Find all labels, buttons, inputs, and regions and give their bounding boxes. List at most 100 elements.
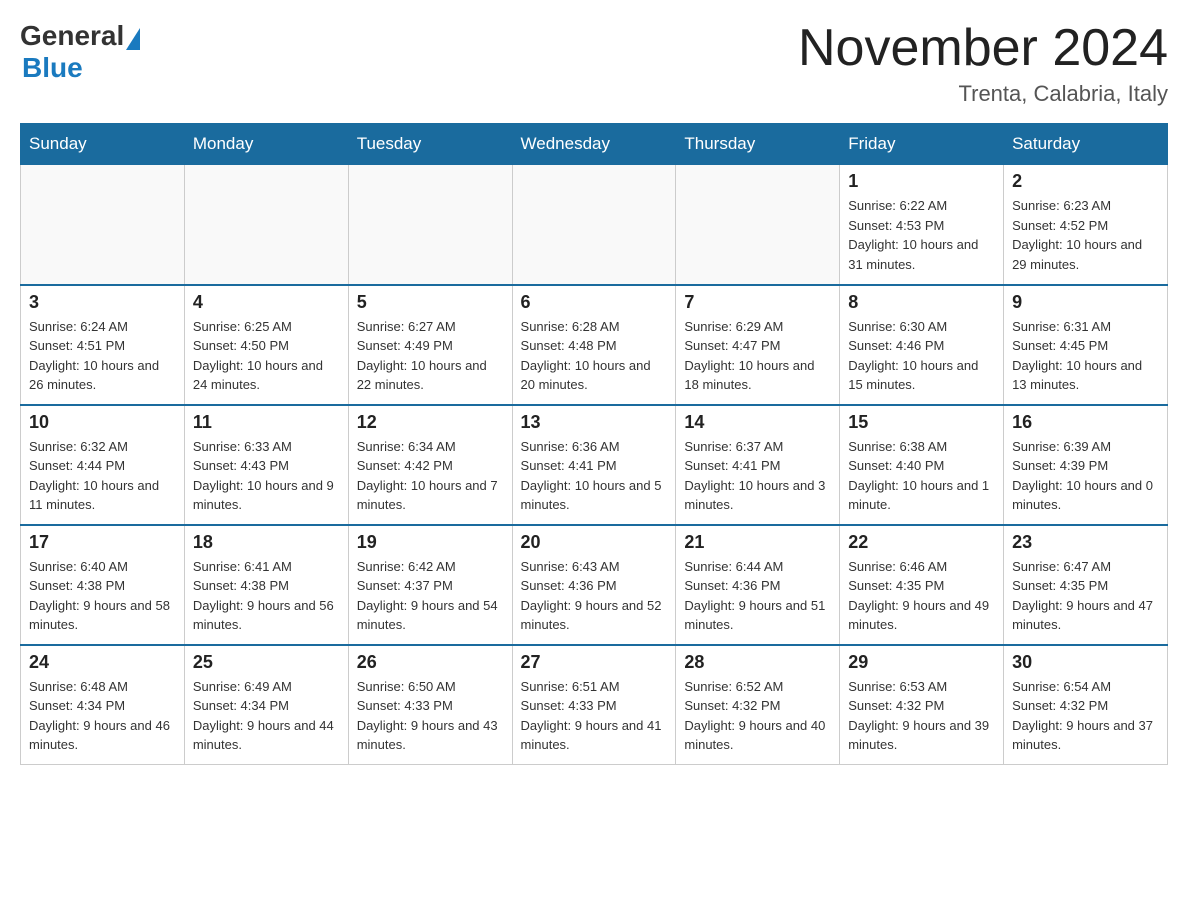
day-info: Sunrise: 6:23 AMSunset: 4:52 PMDaylight:… xyxy=(1012,196,1159,274)
day-info: Sunrise: 6:29 AMSunset: 4:47 PMDaylight:… xyxy=(684,317,831,395)
day-info: Sunrise: 6:46 AMSunset: 4:35 PMDaylight:… xyxy=(848,557,995,635)
day-number: 15 xyxy=(848,412,995,433)
day-info: Sunrise: 6:43 AMSunset: 4:36 PMDaylight:… xyxy=(521,557,668,635)
calendar-cell: 4 Sunrise: 6:25 AMSunset: 4:50 PMDaylight… xyxy=(184,285,348,405)
calendar-cell: 2 Sunrise: 6:23 AMSunset: 4:52 PMDaylight… xyxy=(1004,165,1168,285)
day-number: 30 xyxy=(1012,652,1159,673)
calendar-week-row: 24Sunrise: 6:48 AMSunset: 4:34 PMDayligh… xyxy=(21,645,1168,765)
calendar-week-row: 1 Sunrise: 6:22 AMSunset: 4:53 PMDaylight… xyxy=(21,165,1168,285)
weekday-header-thursday: Thursday xyxy=(676,124,840,165)
day-info: Sunrise: 6:52 AMSunset: 4:32 PMDaylight:… xyxy=(684,677,831,755)
day-number: 11 xyxy=(193,412,340,433)
calendar-cell: 8 Sunrise: 6:30 AMSunset: 4:46 PMDaylight… xyxy=(840,285,1004,405)
title-block: November 2024 Trenta, Calabria, Italy xyxy=(798,20,1168,107)
day-number: 27 xyxy=(521,652,668,673)
day-number: 26 xyxy=(357,652,504,673)
day-info: Sunrise: 6:31 AMSunset: 4:45 PMDaylight:… xyxy=(1012,317,1159,395)
day-info: Sunrise: 6:54 AMSunset: 4:32 PMDaylight:… xyxy=(1012,677,1159,755)
day-number: 3 xyxy=(29,292,176,313)
day-number: 23 xyxy=(1012,532,1159,553)
logo-triangle-icon xyxy=(126,28,140,50)
calendar-cell xyxy=(676,165,840,285)
page-header: General Blue November 2024 Trenta, Calab… xyxy=(20,20,1168,107)
day-number: 28 xyxy=(684,652,831,673)
calendar-cell: 29 Sunrise: 6:53 AMSunset: 4:32 PMDayligh… xyxy=(840,645,1004,765)
day-number: 22 xyxy=(848,532,995,553)
logo-line1: General xyxy=(20,20,140,52)
logo: General Blue xyxy=(20,20,140,84)
day-info: Sunrise: 6:42 AMSunset: 4:37 PMDaylight:… xyxy=(357,557,504,635)
day-number: 2 xyxy=(1012,171,1159,192)
day-number: 10 xyxy=(29,412,176,433)
day-number: 16 xyxy=(1012,412,1159,433)
day-info: Sunrise: 6:38 AMSunset: 4:40 PMDaylight:… xyxy=(848,437,995,515)
day-number: 18 xyxy=(193,532,340,553)
day-number: 6 xyxy=(521,292,668,313)
day-number: 1 xyxy=(848,171,995,192)
day-info: Sunrise: 6:32 AMSunset: 4:44 PMDaylight:… xyxy=(29,437,176,515)
day-info: Sunrise: 6:22 AMSunset: 4:53 PMDaylight:… xyxy=(848,196,995,274)
day-info: Sunrise: 6:50 AMSunset: 4:33 PMDaylight:… xyxy=(357,677,504,755)
calendar-cell: 18 Sunrise: 6:41 AMSunset: 4:38 PMDayligh… xyxy=(184,525,348,645)
calendar-cell: 10 Sunrise: 6:32 AMSunset: 4:44 PMDayligh… xyxy=(21,405,185,525)
logo-blue-text: Blue xyxy=(22,52,83,84)
day-number: 8 xyxy=(848,292,995,313)
day-info: Sunrise: 6:25 AMSunset: 4:50 PMDaylight:… xyxy=(193,317,340,395)
weekday-header-saturday: Saturday xyxy=(1004,124,1168,165)
day-info: Sunrise: 6:33 AMSunset: 4:43 PMDaylight:… xyxy=(193,437,340,515)
day-info: Sunrise: 6:37 AMSunset: 4:41 PMDaylight:… xyxy=(684,437,831,515)
calendar-cell: 13 Sunrise: 6:36 AMSunset: 4:41 PMDayligh… xyxy=(512,405,676,525)
calendar-cell: 28 Sunrise: 6:52 AMSunset: 4:32 PMDayligh… xyxy=(676,645,840,765)
calendar-cell: 22 Sunrise: 6:46 AMSunset: 4:35 PMDayligh… xyxy=(840,525,1004,645)
day-info: Sunrise: 6:27 AMSunset: 4:49 PMDaylight:… xyxy=(357,317,504,395)
weekday-header-monday: Monday xyxy=(184,124,348,165)
calendar-cell: 19 Sunrise: 6:42 AMSunset: 4:37 PMDayligh… xyxy=(348,525,512,645)
day-info: Sunrise: 6:51 AMSunset: 4:33 PMDaylight:… xyxy=(521,677,668,755)
day-info: Sunrise: 6:39 AMSunset: 4:39 PMDaylight:… xyxy=(1012,437,1159,515)
day-number: 20 xyxy=(521,532,668,553)
day-info: Sunrise: 6:48 AMSunset: 4:34 PMDaylight:… xyxy=(29,677,176,755)
calendar-cell: 21Sunrise: 6:44 AMSunset: 4:36 PMDayligh… xyxy=(676,525,840,645)
calendar-cell: 9 Sunrise: 6:31 AMSunset: 4:45 PMDaylight… xyxy=(1004,285,1168,405)
calendar-cell: 16 Sunrise: 6:39 AMSunset: 4:39 PMDayligh… xyxy=(1004,405,1168,525)
day-info: Sunrise: 6:34 AMSunset: 4:42 PMDaylight:… xyxy=(357,437,504,515)
day-info: Sunrise: 6:28 AMSunset: 4:48 PMDaylight:… xyxy=(521,317,668,395)
calendar-cell: 24Sunrise: 6:48 AMSunset: 4:34 PMDayligh… xyxy=(21,645,185,765)
day-number: 13 xyxy=(521,412,668,433)
day-number: 14 xyxy=(684,412,831,433)
day-info: Sunrise: 6:24 AMSunset: 4:51 PMDaylight:… xyxy=(29,317,176,395)
calendar-cell: 3 Sunrise: 6:24 AMSunset: 4:51 PMDaylight… xyxy=(21,285,185,405)
day-number: 21 xyxy=(684,532,831,553)
weekday-header-row: SundayMondayTuesdayWednesdayThursdayFrid… xyxy=(21,124,1168,165)
day-number: 19 xyxy=(357,532,504,553)
day-info: Sunrise: 6:30 AMSunset: 4:46 PMDaylight:… xyxy=(848,317,995,395)
calendar-cell: 5 Sunrise: 6:27 AMSunset: 4:49 PMDaylight… xyxy=(348,285,512,405)
day-number: 5 xyxy=(357,292,504,313)
calendar-cell: 11 Sunrise: 6:33 AMSunset: 4:43 PMDayligh… xyxy=(184,405,348,525)
weekday-header-sunday: Sunday xyxy=(21,124,185,165)
day-info: Sunrise: 6:49 AMSunset: 4:34 PMDaylight:… xyxy=(193,677,340,755)
day-info: Sunrise: 6:36 AMSunset: 4:41 PMDaylight:… xyxy=(521,437,668,515)
calendar-cell: 26 Sunrise: 6:50 AMSunset: 4:33 PMDayligh… xyxy=(348,645,512,765)
day-info: Sunrise: 6:53 AMSunset: 4:32 PMDaylight:… xyxy=(848,677,995,755)
calendar-week-row: 17Sunrise: 6:40 AMSunset: 4:38 PMDayligh… xyxy=(21,525,1168,645)
calendar-table: SundayMondayTuesdayWednesdayThursdayFrid… xyxy=(20,123,1168,765)
day-info: Sunrise: 6:40 AMSunset: 4:38 PMDaylight:… xyxy=(29,557,176,635)
day-info: Sunrise: 6:41 AMSunset: 4:38 PMDaylight:… xyxy=(193,557,340,635)
calendar-week-row: 3 Sunrise: 6:24 AMSunset: 4:51 PMDaylight… xyxy=(21,285,1168,405)
calendar-cell: 20 Sunrise: 6:43 AMSunset: 4:36 PMDayligh… xyxy=(512,525,676,645)
day-number: 9 xyxy=(1012,292,1159,313)
calendar-cell: 17Sunrise: 6:40 AMSunset: 4:38 PMDayligh… xyxy=(21,525,185,645)
calendar-cell: 1 Sunrise: 6:22 AMSunset: 4:53 PMDaylight… xyxy=(840,165,1004,285)
calendar-cell: 30 Sunrise: 6:54 AMSunset: 4:32 PMDayligh… xyxy=(1004,645,1168,765)
weekday-header-wednesday: Wednesday xyxy=(512,124,676,165)
calendar-cell: 25Sunrise: 6:49 AMSunset: 4:34 PMDayligh… xyxy=(184,645,348,765)
day-number: 7 xyxy=(684,292,831,313)
calendar-cell xyxy=(348,165,512,285)
logo-general-text: General xyxy=(20,20,124,52)
calendar-week-row: 10 Sunrise: 6:32 AMSunset: 4:44 PMDayligh… xyxy=(21,405,1168,525)
day-number: 4 xyxy=(193,292,340,313)
day-number: 12 xyxy=(357,412,504,433)
day-number: 29 xyxy=(848,652,995,673)
weekday-header-friday: Friday xyxy=(840,124,1004,165)
